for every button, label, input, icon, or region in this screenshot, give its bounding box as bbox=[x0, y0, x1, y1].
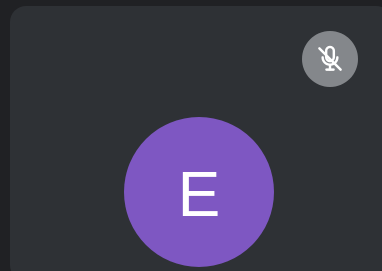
mic-muted-indicator bbox=[302, 31, 358, 87]
participant-tile: E bbox=[0, 0, 382, 271]
avatar: E bbox=[124, 117, 274, 267]
avatar-initial: E bbox=[177, 158, 221, 230]
mic-off-icon bbox=[318, 45, 342, 71]
